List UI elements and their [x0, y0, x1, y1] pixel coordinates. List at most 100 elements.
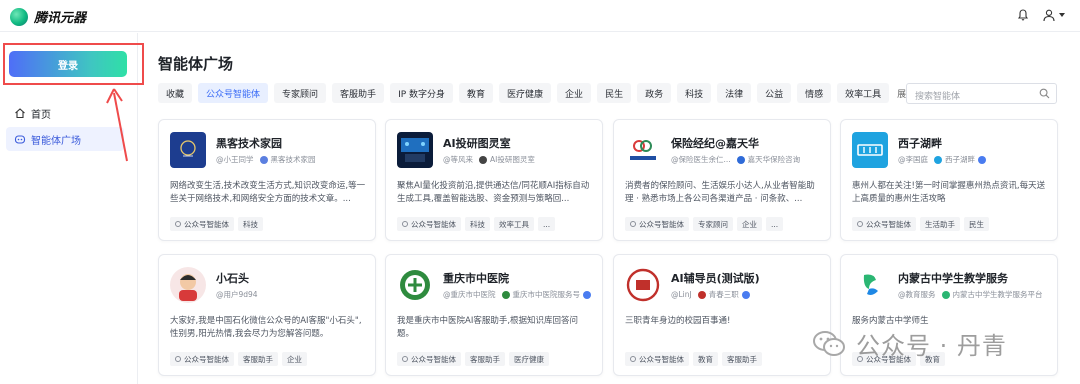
agent-tag: 公众号智能体	[625, 352, 689, 366]
source-avatar-icon	[259, 155, 268, 164]
agent-author: @保险医生余仁...	[671, 155, 731, 164]
agent-card[interactable]: 黑客技术家园 @小王同学 黑客技术家园 网络改变生活,技术改变生活方式,知识改变…	[158, 119, 376, 241]
agent-name: 西子湖畔	[898, 137, 942, 150]
mascot-avatar-icon	[179, 274, 197, 301]
watermark: 公众号 · 丹青	[812, 326, 1007, 361]
agent-description: 网络改变生活,技术改变生活方式,知识改变命运,等一些关于网络技术,和网络安全方面…	[170, 181, 366, 204]
source-avatar-icon	[941, 290, 950, 299]
tag-label: 公众号智能体	[411, 219, 456, 229]
agent-description: 消费者的保险顾问、生活娱乐小达人,从业者智能助理 · 熟悉市场上各公司各渠道产品…	[625, 181, 815, 204]
agent-tag: 科技	[238, 217, 263, 231]
bell-icon[interactable]	[1016, 8, 1030, 22]
source-avatar-icon	[736, 155, 745, 164]
agent-name: 黑客技术家园	[216, 137, 282, 150]
agent-tag: 客服助手	[465, 352, 505, 366]
agent-tag: 医疗健康	[509, 352, 549, 366]
agent-source: 黑客技术家园	[270, 155, 316, 164]
tab-customer-service[interactable]: 客服助手	[332, 83, 385, 103]
agent-tag: 科技	[465, 217, 490, 231]
tab-official-account[interactable]: 公众号智能体	[198, 83, 269, 103]
agent-avatar	[170, 267, 206, 303]
agent-card[interactable]: 西子湖畔 @李国庭 西子湖畔 惠州人都在关注!第一时间掌握惠州热点资讯,每天送上…	[840, 119, 1058, 241]
agent-tag: ...	[538, 217, 556, 231]
search-icon[interactable]	[1039, 88, 1050, 99]
logo-icon	[10, 7, 28, 26]
tab-enterprise[interactable]: 企业	[557, 83, 592, 103]
chat-bubble-icon	[402, 221, 408, 227]
agent-source: AI投研图灵室	[490, 155, 535, 164]
agent-tags: 公众号智能体 专家顾问 企业 ...	[625, 217, 787, 231]
logo[interactable]: 腾讯元器	[10, 7, 86, 26]
agent-source: 青春三职	[708, 290, 739, 299]
sidebar-item-label: 首页	[31, 109, 51, 121]
agent-card[interactable]: 重庆市中医院 @重庆市中医院 重庆市中医院服务号 我是重庆市中医院AI客服助手,…	[385, 254, 603, 376]
agent-source: 西子湖畔	[945, 155, 975, 164]
agent-name: 重庆市中医院	[443, 272, 509, 285]
tab-livelihood[interactable]: 民生	[597, 83, 632, 103]
agent-tag: 生活助手	[920, 217, 960, 231]
user-icon[interactable]	[1042, 8, 1056, 22]
agent-tag: 教育	[693, 352, 718, 366]
agent-source: 重庆市中医院服务号	[512, 290, 581, 299]
verified-icon	[741, 290, 750, 299]
category-tabs: 收藏 公众号智能体 专家顾问 客服助手 IP 数字分身 教育 医疗健康 企业 民…	[158, 83, 927, 103]
tab-expert[interactable]: 专家顾问	[274, 83, 327, 103]
agent-tag: 效率工具	[494, 217, 534, 231]
verified-icon	[978, 155, 986, 164]
agent-avatar	[397, 132, 433, 168]
trading-room-icon	[401, 138, 429, 162]
tab-technology[interactable]: 科技	[677, 83, 712, 103]
agent-avatar	[625, 132, 661, 168]
home-icon	[15, 108, 25, 119]
agent-card[interactable]: AI投研图灵室 @等风来 AI投研图灵室 聚焦AI量化投资前沿,提供通达信/同花…	[385, 119, 603, 241]
agent-author: @小王同学	[216, 155, 254, 164]
agent-meta: @教育服务 内蒙古中学生教学服务平台	[898, 289, 1043, 300]
agent-avatar	[852, 267, 888, 303]
agent-avatar	[625, 267, 661, 303]
agent-card[interactable]: 保险经纪@嘉天华 @保险医生余仁... 嘉天华保险咨询 消费者的保险顾问、生活娱…	[613, 119, 831, 241]
tab-emotion[interactable]: 情感	[797, 83, 832, 103]
agent-description: 大家好,我是中国石化微信公众号的AI客服"小石头",性别男,阳光热情,我会尽力为…	[170, 316, 362, 339]
agent-tag: 客服助手	[722, 352, 762, 366]
agent-author: @用户9d94	[216, 290, 258, 299]
agent-tag: 公众号智能体	[625, 217, 689, 231]
agent-avatar	[170, 132, 206, 168]
agent-card[interactable]: AI辅导员(测试版) @LinJ 青春三职 三职青年身边的校园百事通! 公众号智…	[613, 254, 831, 376]
tab-efficiency[interactable]: 效率工具	[837, 83, 890, 103]
tag-label: 公众号智能体	[639, 219, 684, 229]
agent-tags: 公众号智能体 客服助手 企业	[170, 352, 311, 366]
watermark-text: 公众号 · 丹青	[856, 332, 1007, 360]
insurance-logo-icon	[630, 140, 656, 160]
agent-tag: ...	[766, 217, 784, 231]
agent-author: @李国庭	[898, 155, 928, 164]
agent-avatar	[397, 267, 433, 303]
search-input[interactable]	[907, 87, 1033, 107]
agent-name: 内蒙古中学生教学服务	[898, 272, 1008, 285]
agent-tag: 公众号智能体	[170, 352, 234, 366]
tab-government[interactable]: 政务	[637, 83, 672, 103]
tab-ip-avatar[interactable]: IP 数字分身	[390, 83, 454, 103]
agent-name: AI辅导员(测试版)	[671, 272, 760, 285]
tag-label: 公众号智能体	[411, 354, 456, 364]
agent-plaza-icon	[14, 135, 26, 144]
agent-meta: @用户9d94	[216, 289, 258, 300]
agent-tag: 专家顾问	[693, 217, 733, 231]
agent-author: @教育服务	[898, 290, 936, 299]
red-arrow-annotation	[106, 88, 128, 162]
agent-tag: 客服助手	[238, 352, 278, 366]
agent-tags: 公众号智能体 客服助手 医疗健康	[397, 352, 553, 366]
tab-law[interactable]: 法律	[717, 83, 752, 103]
tab-favorites[interactable]: 收藏	[158, 83, 193, 103]
agent-tags: 公众号智能体 生活助手 民生	[852, 217, 993, 231]
chevron-down-icon[interactable]	[1059, 13, 1065, 17]
agent-card[interactable]: 小石头 @用户9d94 大家好,我是中国石化微信公众号的AI客服"小石头",性别…	[158, 254, 376, 376]
source-avatar-icon	[697, 290, 706, 299]
tab-health[interactable]: 医疗健康	[499, 83, 552, 103]
verified-icon	[583, 290, 591, 299]
chat-bubble-icon	[175, 356, 181, 362]
tab-charity[interactable]: 公益	[757, 83, 792, 103]
tab-education[interactable]: 教育	[459, 83, 494, 103]
agent-meta: @小王同学 黑客技术家园	[216, 154, 316, 165]
chat-bubble-icon	[402, 356, 408, 362]
agent-tag: 公众号智能体	[397, 217, 461, 231]
